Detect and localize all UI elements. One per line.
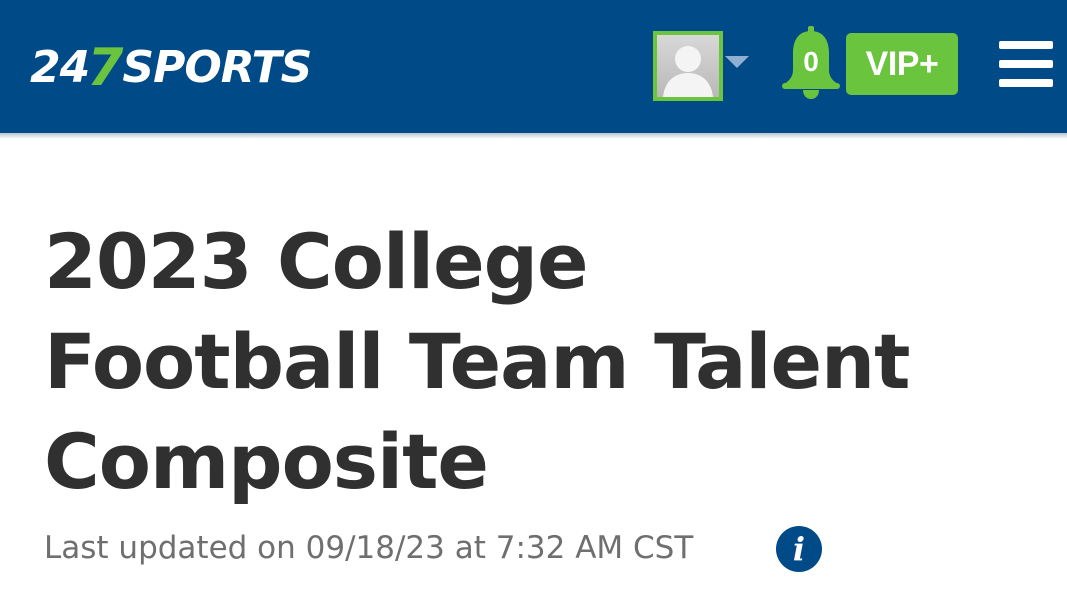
- info-icon[interactable]: i: [776, 526, 822, 572]
- user-silhouette-icon: [663, 46, 713, 97]
- chevron-down-icon[interactable]: [725, 56, 749, 68]
- logo-number: 24: [30, 42, 90, 93]
- last-updated-text: Last updated on 09/18/23 at 7:32 AM CST: [44, 530, 694, 566]
- vip-plus-button[interactable]: VIP+: [846, 33, 958, 95]
- page-title: 2023 College Football Team Talent Compos…: [44, 212, 1034, 512]
- notification-count: 0: [803, 46, 819, 77]
- logo-seven: 7: [87, 38, 123, 98]
- title-line: 2023 College: [44, 217, 589, 306]
- 247sports-logo[interactable]: 24 7 SPORTS: [30, 38, 312, 98]
- title-line: Composite: [44, 417, 489, 506]
- top-nav-bar: 24 7 SPORTS 0 VIP+: [0, 0, 1067, 133]
- hamburger-menu-icon[interactable]: [999, 41, 1053, 87]
- header-shadow: [0, 133, 1067, 139]
- title-line: Football Team Talent: [44, 317, 910, 406]
- user-avatar[interactable]: [653, 31, 723, 101]
- logo-word: SPORTS: [122, 42, 312, 93]
